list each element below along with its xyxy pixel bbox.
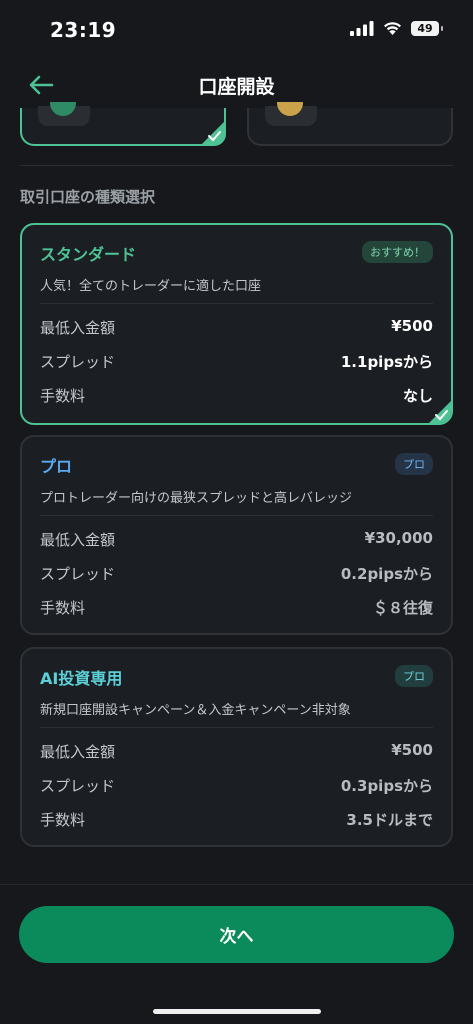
row-value: ＄８往復 — [372, 599, 433, 617]
row-min-deposit: 最低入金額 ¥30,000 — [40, 529, 433, 553]
row-label: 最低入金額 — [40, 743, 116, 761]
row-value: ¥500 — [391, 741, 433, 759]
row-value: 1.1pipsから — [340, 353, 433, 371]
option-icon-box — [265, 102, 317, 126]
battery-icon: 49 — [411, 20, 443, 36]
pro-badge: プロ — [395, 453, 433, 475]
row-label: 最低入金額 — [40, 531, 116, 549]
row-fee: 手数料 なし — [40, 385, 433, 409]
row-label: スプレッド — [40, 353, 116, 371]
row-label: スプレッド — [40, 565, 116, 583]
row-fee: 手数料 3.5ドルまで — [40, 809, 433, 833]
pro-badge: プロ — [395, 665, 433, 687]
row-value: 0.3pipsから — [340, 777, 433, 795]
row-label: 手数料 — [40, 599, 86, 617]
row-fee: 手数料 ＄８往復 — [40, 597, 433, 621]
next-button[interactable]: 次へ — [19, 906, 454, 963]
row-label: 最低入金額 — [40, 319, 116, 337]
row-value: ¥500 — [391, 317, 433, 335]
row-spread: スプレッド 0.2pipsから — [40, 563, 433, 587]
previous-option-card[interactable] — [247, 102, 453, 146]
account-name: プロ — [40, 457, 73, 476]
account-description: 新規口座開設キャンペーン＆入金キャンペーン非対象 — [40, 703, 351, 718]
section-divider — [20, 165, 453, 166]
previous-option-card-selected[interactable] — [20, 102, 226, 146]
footer-divider — [0, 884, 473, 885]
row-value: 3.5ドルまで — [346, 811, 433, 829]
signal-icon — [350, 20, 374, 36]
account-name: スタンダード — [40, 245, 137, 264]
account-card-standard[interactable]: スタンダード おすすめ！ 人気！全てのトレーダーに適した口座 最低入金額 ¥50… — [20, 223, 453, 425]
account-card-ai[interactable]: AI投資専用 プロ 新規口座開設キャンペーン＆入金キャンペーン非対象 最低入金額… — [20, 647, 453, 847]
row-label: スプレッド — [40, 777, 116, 795]
row-spread: スプレッド 1.1pipsから — [40, 351, 433, 375]
card-separator — [40, 303, 433, 304]
option-icon-box — [38, 102, 90, 126]
card-separator — [40, 515, 433, 516]
account-description: プロトレーダー向けの最狭スプレッドと高レバレッジ — [40, 491, 353, 506]
page-title: 口座開設 — [198, 76, 275, 98]
home-indicator — [153, 1009, 321, 1014]
row-spread: スプレッド 0.3pipsから — [40, 775, 433, 799]
account-card-pro[interactable]: プロ プロ プロトレーダー向けの最狭スプレッドと高レバレッジ 最低入金額 ¥30… — [20, 435, 453, 635]
gold-coin-icon — [277, 102, 303, 116]
row-value: ¥30,000 — [364, 529, 433, 547]
selected-checkmark-icon — [429, 401, 451, 423]
account-description: 人気！全てのトレーダーに適した口座 — [40, 279, 262, 294]
row-min-deposit: 最低入金額 ¥500 — [40, 317, 433, 341]
row-min-deposit: 最低入金額 ¥500 — [40, 741, 433, 765]
row-label: 手数料 — [40, 387, 86, 405]
recommended-badge: おすすめ！ — [362, 241, 433, 263]
wifi-icon — [384, 22, 401, 35]
row-label: 手数料 — [40, 811, 86, 829]
status-icons: 49 — [350, 20, 443, 36]
green-coin-icon — [50, 102, 76, 116]
battery-level: 49 — [417, 21, 433, 35]
card-separator — [40, 727, 433, 728]
section-title: 取引口座の種類選択 — [20, 188, 156, 206]
account-name: AI投資専用 — [40, 669, 123, 688]
checkmark-icon — [200, 120, 226, 146]
row-value: 0.2pipsから — [340, 565, 433, 583]
status-bar: 23:19 49 — [0, 0, 473, 62]
status-time: 23:19 — [50, 18, 117, 42]
